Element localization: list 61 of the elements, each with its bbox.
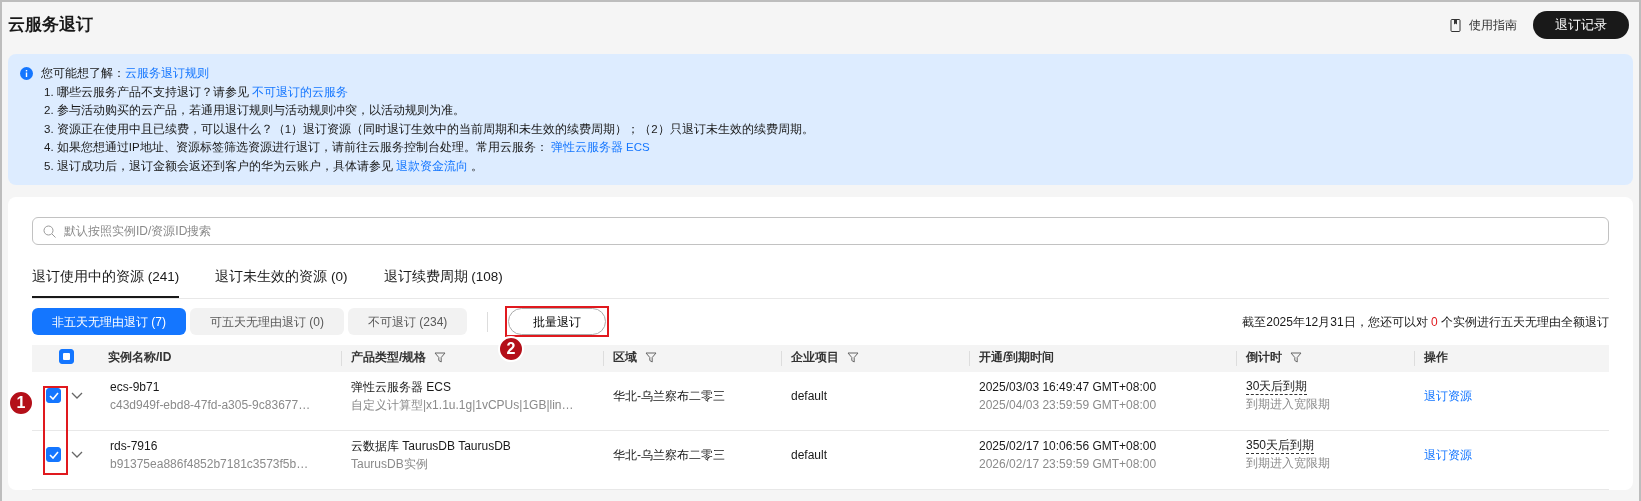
notice-link[interactable]: 退款资金流向 xyxy=(396,159,468,172)
page-title: 云服务退订 xyxy=(8,14,93,37)
notice-text: 4. 如果您想通过IP地址、资源标签筛选资源进行退订，请前往云服务控制台处理。常用云服务： 弹性云服务器 ECS xyxy=(43,140,651,155)
instance-id: b91375ea886f4852b7181c3573f5b… xyxy=(110,455,310,473)
column-header: 倒计时 xyxy=(1246,348,1282,366)
product-spec: TaurusDB实例 xyxy=(351,455,429,473)
countdown-text: 350天后到期 xyxy=(1246,437,1315,454)
countdown-note: 到期进入宽限期 xyxy=(1246,395,1331,413)
column-header: 企业项目 xyxy=(791,348,839,366)
filter-button[interactable]: 可五天无理由退订 (0) xyxy=(190,308,344,336)
row-checkbox[interactable] xyxy=(46,388,61,404)
row-checkbox[interactable] xyxy=(46,447,61,463)
region-text: 华北-乌兰察布二零三 xyxy=(613,446,726,464)
start-time: 2025/02/17 10:06:56 GMT+08:00 xyxy=(979,437,1158,455)
project-text: default xyxy=(791,387,829,405)
tab[interactable]: 退订未生效的资源 (0) xyxy=(215,259,348,299)
end-time: 2025/04/03 23:59:59 GMT+08:00 xyxy=(979,396,1158,414)
column-header: 产品类型/规格 xyxy=(351,348,427,366)
column-header: 开通/到期时间 xyxy=(979,348,1055,366)
product-type: 弹性云服务器 ECS xyxy=(351,378,452,396)
notice-link[interactable]: 弹性云服务器 ECS xyxy=(550,141,650,153)
select-all-checkbox[interactable] xyxy=(58,349,74,364)
column-header: 实例名称/ID xyxy=(108,348,172,366)
start-time: 2025/03/03 16:49:47 GMT+08:00 xyxy=(979,378,1158,396)
tab[interactable]: 退订使用中的资源 (241) xyxy=(32,259,180,299)
notice-text: 5. 退订成功后，退订金额会返还到客户的华为云账户，具体请参见 退款资金流向 。 xyxy=(43,158,485,174)
callout-number: 1 xyxy=(8,390,34,416)
countdown-text: 30天后到期 xyxy=(1246,378,1308,395)
quota-text: 截至2025年12月31日，您还可以对 0 个实例进行五天无理由全额退订 xyxy=(1242,313,1609,331)
instance-name: ecs-9b71 xyxy=(110,378,161,396)
info-icon xyxy=(20,66,33,80)
search-icon xyxy=(43,224,56,238)
notice-text: 您可能想了解：云服务退订规则 xyxy=(41,66,209,81)
project-text: default xyxy=(791,446,829,464)
notice-text: 1. 哪些云服务产品不支持退订？请参见 不可退订的云服务 xyxy=(43,84,349,100)
countdown-note: 到期进入宽限期 xyxy=(1246,454,1331,472)
chevron-down-icon[interactable] xyxy=(71,391,83,400)
end-time: 2026/02/17 23:59:59 GMT+08:00 xyxy=(979,455,1158,473)
unsubscribe-link[interactable]: 退订资源 xyxy=(1424,386,1472,405)
records-button[interactable]: 退订记录 xyxy=(1533,11,1629,39)
notice-text: 3. 资源正在使用中且已续费，可以退什么？（1）退订资源（同时退订生效中的当前周期和未生效的续费周期）；（2）只退订未生效的续费周期。 xyxy=(43,121,815,137)
filter-button[interactable]: 非五天无理由退订 (7) xyxy=(32,308,186,336)
guide-link[interactable]: 使用指南 xyxy=(1450,16,1517,34)
book-icon xyxy=(1450,18,1461,32)
column-header: 区域 xyxy=(613,348,637,366)
notice-link[interactable]: 云服务退订规则 xyxy=(125,67,209,79)
notice-text: 2. 参与活动购买的云产品，若通用退订规则与活动规则冲突，以活动规则为准。 xyxy=(43,103,466,118)
region-text: 华北-乌兰察布二零三 xyxy=(613,387,726,405)
product-spec: 自定义计算型|x1.1u.1g|1vCPUs|1GB|lin… xyxy=(351,396,575,414)
instance-id: c43d949f-ebd8-47fd-a305-9c83677… xyxy=(110,396,312,414)
instance-name: rds-7916 xyxy=(110,437,159,455)
search-field[interactable]: 默认按照实例ID/资源ID搜索 xyxy=(32,217,1609,245)
filter-button[interactable]: 不可退订 (234) xyxy=(348,308,468,336)
batch-unsubscribe-button[interactable]: 批量退订 xyxy=(508,308,607,336)
notice-link[interactable]: 不可退订的云服务 xyxy=(252,85,348,98)
tab[interactable]: 退订续费周期 (108) xyxy=(383,259,503,299)
product-type: 云数据库 TaurusDB TaurusDB xyxy=(351,437,512,455)
chevron-down-icon[interactable] xyxy=(71,450,83,459)
column-header: 操作 xyxy=(1424,348,1448,366)
unsubscribe-link[interactable]: 退订资源 xyxy=(1424,445,1472,464)
callout-number: 2 xyxy=(498,336,524,362)
